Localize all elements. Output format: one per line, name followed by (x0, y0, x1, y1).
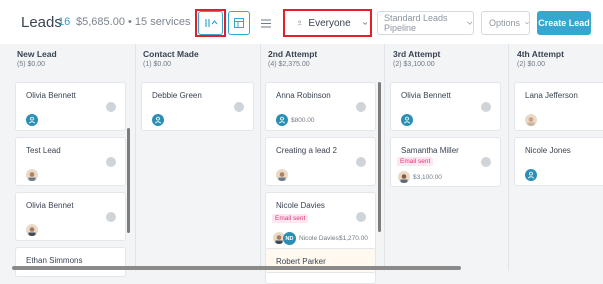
column-divider (135, 44, 136, 271)
user-icon (401, 114, 413, 126)
column-divider (260, 44, 261, 271)
lead-card[interactable]: Olivia Bennett (390, 82, 501, 131)
lead-name: Lana Jefferson (525, 91, 578, 100)
lead-card[interactable]: Ethan Simmons (15, 247, 126, 277)
options-dropdown[interactable]: Options (481, 11, 530, 35)
chevron-down-icon (362, 21, 367, 25)
lead-card[interactable]: Creating a lead 2 (265, 137, 376, 186)
person-photo-icon (26, 169, 38, 181)
lead-card[interactable]: Samantha Miller Email sent $3,100.00 (390, 137, 501, 187)
user-icon (152, 114, 164, 126)
lead-name: Olivia Bennett (26, 91, 76, 100)
pipeline-label: Standard Leads Pipeline (384, 13, 448, 33)
board-view-button[interactable] (228, 11, 250, 35)
column-title: New Lead (17, 49, 57, 59)
status-dot (481, 157, 491, 167)
lead-card[interactable]: Anna Robinson $800.00 (265, 82, 376, 131)
column-new-lead: New Lead (5) $0.00 Olivia Bennett Test L… (11, 44, 131, 277)
column-header: 3rd Attempt (2) $3,100.00 (387, 44, 505, 75)
list-view-icon (261, 19, 271, 27)
status-dot (356, 102, 366, 112)
deal-amount: $800.00 (291, 117, 315, 124)
options-label: Options (489, 18, 521, 28)
owner-initials-avatar: ND (283, 232, 296, 245)
column-2nd-attempt: 2nd Attempt (4) $2,375.00 Anna Robinson … (262, 44, 382, 284)
column-title: 3rd Attempt (393, 49, 441, 59)
chevron-down-icon (525, 21, 529, 25)
column-title: 4th Attempt (517, 49, 564, 59)
status-badge: Email sent (397, 157, 434, 166)
column-scrollbar[interactable] (378, 82, 381, 232)
column-title: 2nd Attempt (268, 49, 318, 59)
list-view-button[interactable] (257, 11, 275, 35)
column-header: New Lead (5) $0.00 (11, 44, 131, 75)
column-summary: (5) $0.00 (17, 61, 46, 68)
lead-card[interactable]: Nicole Jones (514, 137, 603, 186)
board-horizontal-scrollbar[interactable] (12, 266, 461, 270)
page-title: Leads (21, 14, 62, 31)
person-icon (297, 20, 302, 26)
column-summary: (2) $3,100.00 (393, 61, 435, 68)
column-scrollbar[interactable] (127, 128, 130, 233)
create-lead-button[interactable]: Create Lead (537, 11, 591, 35)
user-icon (525, 169, 537, 181)
status-dot (481, 102, 491, 112)
owner-name: Nicole Davies (299, 235, 339, 242)
status-dot (106, 157, 116, 167)
owner-filter-label: Everyone (308, 17, 351, 29)
pipeline-dropdown[interactable]: Standard Leads Pipeline (377, 11, 474, 35)
lead-name: Test Lead (26, 146, 61, 155)
lead-card[interactable]: Olivia Bennett (15, 82, 126, 131)
owner-filter-dropdown[interactable]: Everyone (287, 11, 367, 35)
sort-icon (204, 19, 217, 27)
status-badge: Email sent (272, 214, 309, 223)
user-icon (276, 114, 288, 126)
person-photo-icon (398, 171, 410, 183)
status-dot (356, 157, 366, 167)
lead-name: Samantha Miller (401, 146, 459, 155)
leads-summary: $5,685.00 • 15 services (76, 16, 191, 28)
person-photo-icon (26, 224, 38, 236)
column-header: 4th Attempt (2) $0.00 (511, 44, 603, 75)
user-icon (26, 114, 38, 126)
column-summary: (2) $0.00 (517, 61, 546, 68)
lead-card[interactable]: Lana Jefferson (514, 82, 603, 131)
chevron-down-icon (467, 21, 473, 25)
lead-count: 16 (58, 16, 71, 28)
column-3rd-attempt: 3rd Attempt (2) $3,100.00 Olivia Bennett… (387, 44, 505, 271)
lead-name: Creating a lead 2 (276, 146, 337, 155)
column-title: Contact Made (143, 49, 199, 59)
status-dot (106, 102, 116, 112)
column-contact-made: Contact Made (1) $0.00 Debbie Green (137, 44, 257, 271)
column-summary: (1) $0.00 (143, 61, 172, 68)
sort-button[interactable] (198, 11, 223, 35)
lead-card[interactable]: Test Lead (15, 137, 126, 186)
column-divider (384, 44, 385, 271)
lead-name: Olivia Bennett (401, 91, 451, 100)
status-dot (106, 212, 116, 222)
column-summary: (4) $2,375.00 (268, 61, 310, 68)
person-photo-icon (276, 169, 288, 181)
status-dot (356, 212, 366, 222)
top-bar: Leads 16 $5,685.00 • 15 services Everyon… (0, 0, 603, 44)
deal-amount: $1,270.00 (339, 235, 368, 242)
lead-name: Nicole Jones (525, 146, 571, 155)
status-dot (234, 102, 244, 112)
column-divider (508, 44, 509, 271)
lead-name: Robert Parker (276, 257, 326, 266)
lead-name: Ethan Simmons (26, 256, 83, 265)
lead-card[interactable]: Olivia Bennet (15, 192, 126, 241)
board-view-icon (234, 18, 244, 28)
lead-name: Debbie Green (152, 91, 202, 100)
lead-card[interactable]: Debbie Green (141, 82, 254, 131)
lead-name: Olivia Bennet (26, 201, 74, 210)
column-4th-attempt: 4th Attempt (2) $0.00 Lana Jefferson Nic… (511, 44, 603, 271)
lead-name: Nicole Davies (276, 201, 325, 210)
deal-amount: $3,100.00 (413, 174, 442, 181)
column-header: Contact Made (1) $0.00 (137, 44, 257, 75)
lead-name: Anna Robinson (276, 91, 331, 100)
person-photo-icon (525, 114, 537, 126)
column-header: 2nd Attempt (4) $2,375.00 (262, 44, 382, 75)
